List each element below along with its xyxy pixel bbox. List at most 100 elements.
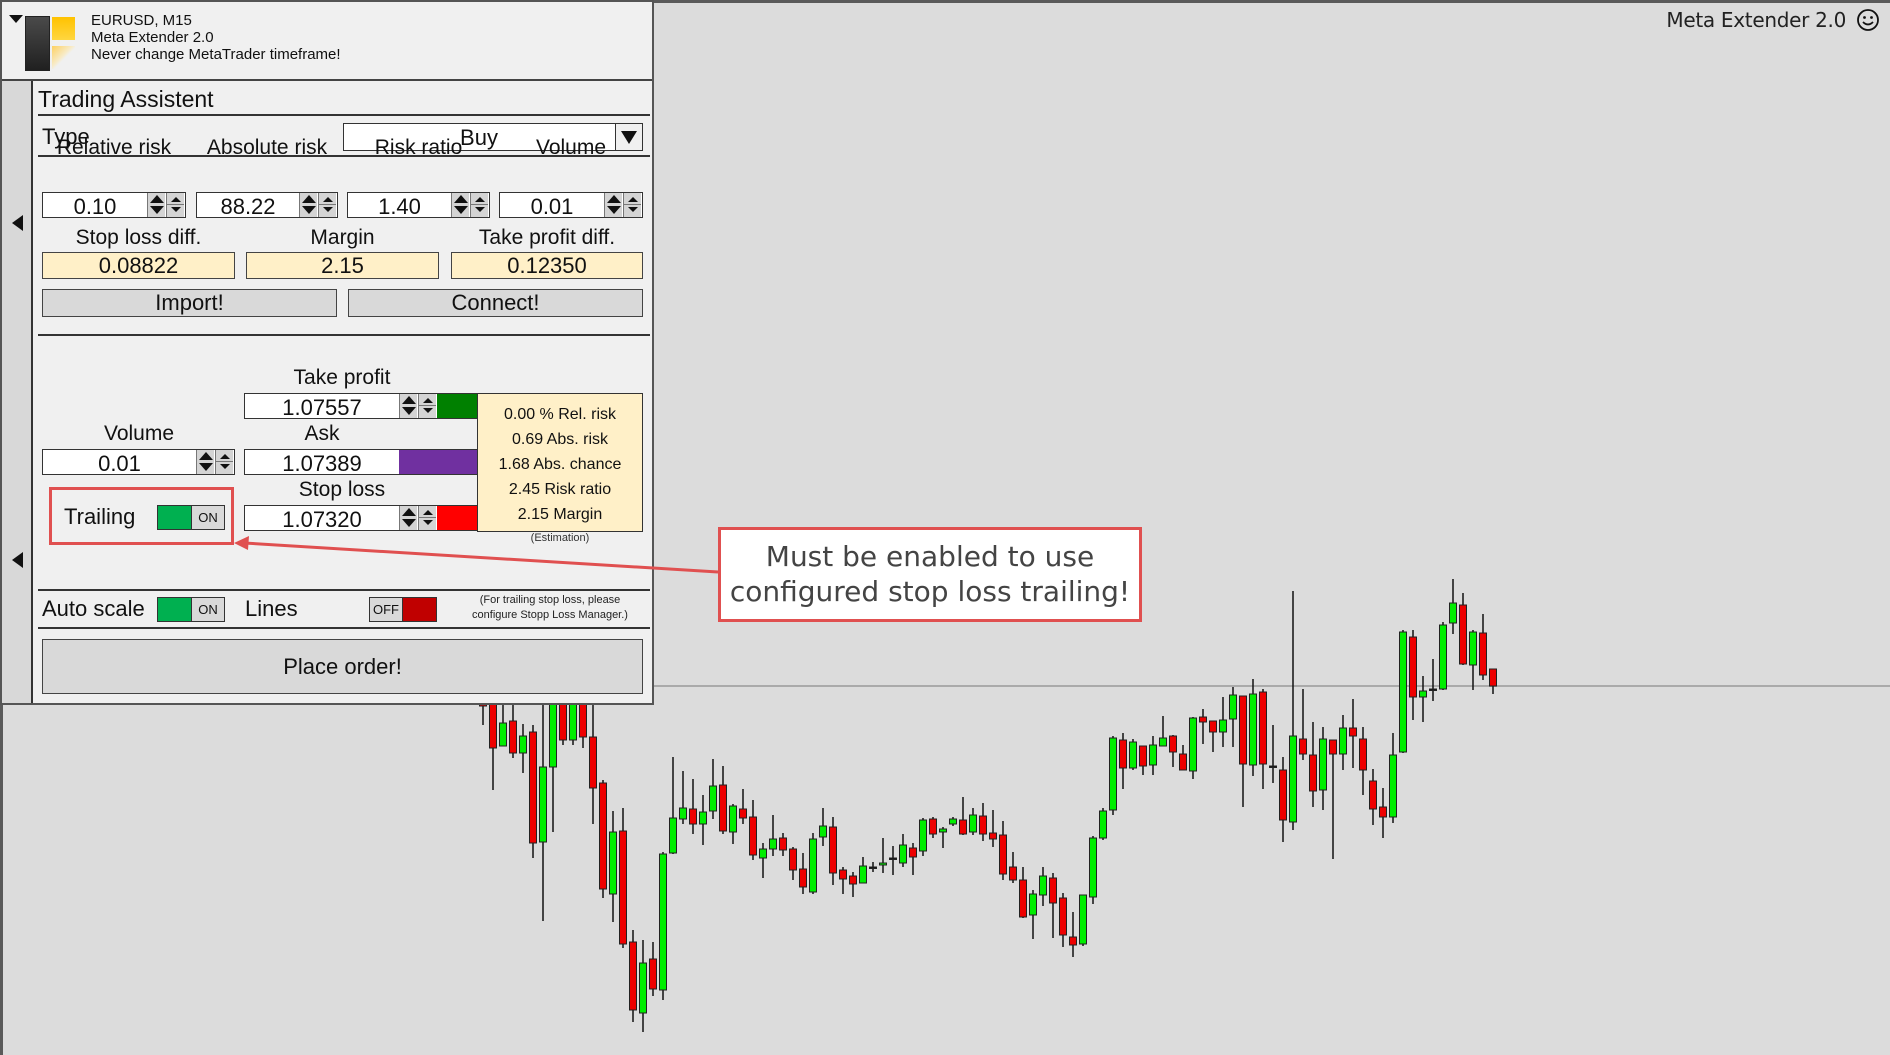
auto-scale-label: Auto scale <box>42 596 145 621</box>
take-profit-input[interactable]: 1.07557 <box>244 393 438 420</box>
collapse-toggle-icon[interactable] <box>9 15 23 23</box>
candle-body-bearish <box>1119 739 1127 769</box>
candle <box>679 771 687 824</box>
take-profit-stepper[interactable] <box>399 394 437 418</box>
volume-value: 0.01 <box>530 194 574 219</box>
place-order-button[interactable]: Place order! <box>42 639 643 694</box>
step-icon[interactable] <box>451 193 469 217</box>
step-icon[interactable] <box>196 450 214 474</box>
margin-label: Margin <box>310 226 375 249</box>
absolute-risk-value: 88.22 <box>220 194 276 219</box>
candle <box>489 702 497 790</box>
candle <box>829 817 837 885</box>
order-volume-input[interactable]: 0.01 <box>42 449 235 476</box>
step-icon[interactable] <box>604 193 622 217</box>
trailing-highlight-box <box>49 487 234 545</box>
candle-body-bullish <box>859 865 867 884</box>
candle-body-bullish <box>879 862 887 866</box>
candle <box>1319 727 1327 810</box>
candle <box>749 800 757 860</box>
auto-scale-toggle[interactable]: ON <box>157 597 225 622</box>
take-profit-color-bar <box>437 393 478 419</box>
candle-body-bearish <box>1239 695 1247 765</box>
candle <box>1079 894 1087 946</box>
fine-step-icon[interactable] <box>418 394 436 418</box>
candle <box>1249 679 1257 776</box>
import-button[interactable]: Import! <box>42 289 337 317</box>
step-icon[interactable] <box>399 506 417 530</box>
candle <box>1069 912 1077 957</box>
est-abs-risk: 0.69 Abs. risk <box>511 431 609 448</box>
candle-body-bearish <box>1179 753 1187 771</box>
fine-step-icon[interactable] <box>470 193 488 217</box>
candle <box>1239 695 1247 807</box>
stop-loss-input[interactable]: 1.07320 <box>244 505 438 532</box>
candle-body-bearish <box>1489 668 1497 687</box>
fine-step-icon[interactable] <box>166 193 184 217</box>
candle-body-bearish <box>849 875 857 885</box>
fine-step-icon[interactable] <box>623 193 641 217</box>
candle <box>569 702 577 745</box>
risk-ratio-stepper[interactable] <box>451 193 489 217</box>
take-profit-diff-value: 0.12350 <box>451 252 643 279</box>
volume-stepper[interactable] <box>604 193 642 217</box>
order-volume-stepper[interactable] <box>196 450 234 474</box>
candle-body-bearish <box>909 847 917 858</box>
candle <box>989 810 997 847</box>
candle <box>1129 739 1137 770</box>
fine-step-icon[interactable] <box>418 506 436 530</box>
stop-loss-stepper[interactable] <box>399 506 437 530</box>
risk-ratio-input[interactable]: 1.40 <box>347 192 490 219</box>
step-icon[interactable] <box>299 193 317 217</box>
relative-risk-input[interactable]: 0.10 <box>42 192 186 219</box>
candle <box>709 759 717 819</box>
candle-body-bearish <box>979 815 987 835</box>
candle-body-bullish <box>809 838 817 893</box>
candle <box>499 703 507 747</box>
absolute-risk-stepper[interactable] <box>299 193 337 217</box>
volume-input[interactable]: 0.01 <box>499 192 643 219</box>
candle-body-bullish <box>1319 738 1327 791</box>
candle <box>919 818 927 856</box>
candle-body-bullish <box>1089 837 1097 898</box>
smiley-face-icon <box>1857 9 1879 31</box>
margin-value: 2.15 <box>246 252 439 279</box>
divider <box>38 627 650 629</box>
candle <box>1409 630 1417 720</box>
candle <box>1219 697 1227 747</box>
order-volume-label: Volume <box>103 422 175 445</box>
candle-body-bullish <box>679 807 687 820</box>
fine-step-icon[interactable] <box>215 450 233 474</box>
candle-body-bearish <box>509 720 517 754</box>
auto-scale-toggle-state: ON <box>191 598 224 621</box>
ask-field: 1.07389 <box>244 449 400 476</box>
lines-toggle[interactable]: OFF <box>369 597 437 622</box>
candle <box>939 827 947 848</box>
candle-body-bullish <box>889 857 897 860</box>
relative-risk-stepper[interactable] <box>147 193 185 217</box>
take-profit-value: 1.07557 <box>282 395 362 420</box>
candle-body-bullish <box>1429 688 1437 691</box>
step-icon[interactable] <box>147 193 165 217</box>
candle <box>889 846 897 875</box>
divider <box>2 79 652 81</box>
logo-square <box>52 17 75 40</box>
step-icon[interactable] <box>399 394 417 418</box>
candle-body-bullish <box>1389 754 1397 818</box>
connect-button[interactable]: Connect! <box>348 289 643 317</box>
candle <box>789 847 797 880</box>
candle-body-bearish <box>1459 604 1467 665</box>
candle-body-bullish <box>1099 810 1107 839</box>
candle <box>1259 689 1267 789</box>
candle <box>899 834 907 867</box>
candle-body-bullish <box>819 825 827 838</box>
absolute-risk-input[interactable]: 88.22 <box>196 192 338 219</box>
candle <box>1349 699 1357 768</box>
candle-body-bearish <box>1049 877 1057 904</box>
collapse-left-arrow-icon[interactable] <box>12 552 23 568</box>
collapse-left-arrow-icon[interactable] <box>12 215 23 231</box>
brand-label: Meta Extender 2.0 <box>1666 8 1846 32</box>
stop-loss-diff-label: Stop loss diff. <box>75 226 202 249</box>
fine-step-icon[interactable] <box>318 193 336 217</box>
candle-body-bearish <box>1479 632 1487 676</box>
